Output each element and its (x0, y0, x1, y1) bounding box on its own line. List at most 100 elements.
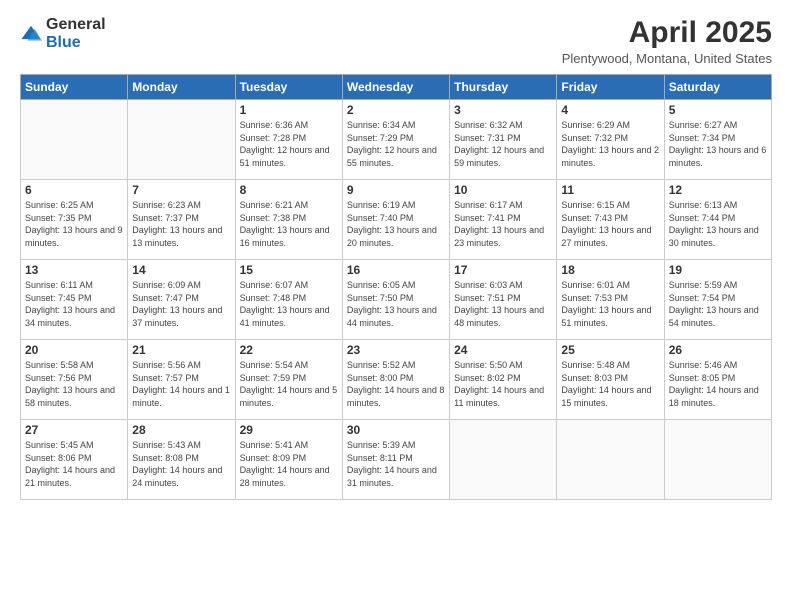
calendar-cell: 19 Sunrise: 5:59 AMSunset: 7:54 PMDayligh… (664, 260, 771, 340)
header-friday: Friday (557, 75, 664, 100)
calendar-cell: 18 Sunrise: 6:01 AMSunset: 7:53 PMDayligh… (557, 260, 664, 340)
day-info: Sunrise: 5:43 AMSunset: 8:08 PMDaylight:… (132, 439, 230, 489)
day-number: 18 (561, 263, 659, 277)
day-info: Sunrise: 6:19 AMSunset: 7:40 PMDaylight:… (347, 199, 445, 249)
day-info: Sunrise: 5:54 AMSunset: 7:59 PMDaylight:… (240, 359, 338, 409)
calendar-cell: 15Sunrise: 6:07 AMSunset: 7:48 PMDayligh… (235, 260, 342, 340)
header-saturday: Saturday (664, 75, 771, 100)
calendar-cell: 24Sunrise: 5:50 AMSunset: 8:02 PMDayligh… (450, 340, 557, 420)
logo: General Blue (20, 16, 106, 52)
day-info: Sunrise: 6:07 AMSunset: 7:48 PMDaylight:… (240, 279, 338, 329)
header-sunday: Sunday (21, 75, 128, 100)
day-info: Sunrise: 6:25 AMSunset: 7:35 PMDaylight:… (25, 199, 123, 249)
day-info: Sunrise: 5:41 AMSunset: 8:09 PMDaylight:… (240, 439, 338, 489)
day-info: Sunrise: 5:46 AMSunset: 8:05 PMDaylight:… (669, 359, 767, 409)
day-info: Sunrise: 6:01 AMSunset: 7:53 PMDaylight:… (561, 279, 659, 329)
calendar-week-2: 6 Sunrise: 6:25 AMSunset: 7:35 PMDaylight… (21, 180, 772, 260)
calendar-week-4: 20Sunrise: 5:58 AMSunset: 7:56 PMDayligh… (21, 340, 772, 420)
day-number: 3 (454, 103, 552, 117)
day-number: 16 (347, 263, 445, 277)
day-number: 14 (132, 263, 230, 277)
calendar-cell: 14 Sunrise: 6:09 AMSunset: 7:47 PMDayligh… (128, 260, 235, 340)
day-number: 24 (454, 343, 552, 357)
header-monday: Monday (128, 75, 235, 100)
day-info: Sunrise: 6:32 AMSunset: 7:31 PMDaylight:… (454, 119, 552, 169)
day-info: Sunrise: 6:21 AMSunset: 7:38 PMDaylight:… (240, 199, 338, 249)
calendar-week-1: 1 Sunrise: 6:36 AMSunset: 7:28 PMDaylight… (21, 100, 772, 180)
calendar-cell: 30 Sunrise: 5:39 AMSunset: 8:11 PMDayligh… (342, 420, 449, 500)
day-number: 29 (240, 423, 338, 437)
calendar-week-5: 27Sunrise: 5:45 AMSunset: 8:06 PMDayligh… (21, 420, 772, 500)
calendar-cell (128, 100, 235, 180)
day-number: 26 (669, 343, 767, 357)
day-number: 21 (132, 343, 230, 357)
day-number: 1 (240, 103, 338, 117)
day-info: Sunrise: 6:11 AMSunset: 7:45 PMDaylight:… (25, 279, 123, 329)
logo-text: General Blue (46, 16, 106, 52)
calendar-cell: 5 Sunrise: 6:27 AMSunset: 7:34 PMDaylight… (664, 100, 771, 180)
calendar-cell: 20Sunrise: 5:58 AMSunset: 7:56 PMDayligh… (21, 340, 128, 420)
calendar-cell: 17Sunrise: 6:03 AMSunset: 7:51 PMDayligh… (450, 260, 557, 340)
day-info: Sunrise: 6:17 AMSunset: 7:41 PMDaylight:… (454, 199, 552, 249)
calendar-cell: 8Sunrise: 6:21 AMSunset: 7:38 PMDaylight… (235, 180, 342, 260)
title-block: April 2025 Plentywood, Montana, United S… (562, 16, 772, 66)
calendar-cell: 1 Sunrise: 6:36 AMSunset: 7:28 PMDaylight… (235, 100, 342, 180)
day-info: Sunrise: 6:36 AMSunset: 7:28 PMDaylight:… (240, 119, 338, 169)
calendar-cell (557, 420, 664, 500)
day-number: 12 (669, 183, 767, 197)
calendar-cell: 9 Sunrise: 6:19 AMSunset: 7:40 PMDaylight… (342, 180, 449, 260)
day-number: 4 (561, 103, 659, 117)
calendar-cell (450, 420, 557, 500)
calendar-cell: 28 Sunrise: 5:43 AMSunset: 8:08 PMDayligh… (128, 420, 235, 500)
calendar-cell: 10 Sunrise: 6:17 AMSunset: 7:41 PMDayligh… (450, 180, 557, 260)
calendar-cell: 6 Sunrise: 6:25 AMSunset: 7:35 PMDaylight… (21, 180, 128, 260)
logo-general: General (46, 16, 106, 33)
day-number: 5 (669, 103, 767, 117)
day-number: 17 (454, 263, 552, 277)
calendar-cell: 25 Sunrise: 5:48 AMSunset: 8:03 PMDayligh… (557, 340, 664, 420)
calendar-title: April 2025 (562, 16, 772, 49)
calendar-cell (664, 420, 771, 500)
calendar-cell: 27Sunrise: 5:45 AMSunset: 8:06 PMDayligh… (21, 420, 128, 500)
day-info: Sunrise: 5:52 AMSunset: 8:00 PMDaylight:… (347, 359, 445, 409)
day-number: 10 (454, 183, 552, 197)
day-number: 23 (347, 343, 445, 357)
header-thursday: Thursday (450, 75, 557, 100)
day-info: Sunrise: 6:23 AMSunset: 7:37 PMDaylight:… (132, 199, 230, 249)
day-info: Sunrise: 6:15 AMSunset: 7:43 PMDaylight:… (561, 199, 659, 249)
calendar-cell: 29 Sunrise: 5:41 AMSunset: 8:09 PMDayligh… (235, 420, 342, 500)
day-info: Sunrise: 5:58 AMSunset: 7:56 PMDaylight:… (25, 359, 123, 409)
day-info: Sunrise: 6:05 AMSunset: 7:50 PMDaylight:… (347, 279, 445, 329)
day-info: Sunrise: 6:34 AMSunset: 7:29 PMDaylight:… (347, 119, 445, 169)
day-number: 7 (132, 183, 230, 197)
calendar-cell: 7 Sunrise: 6:23 AMSunset: 7:37 PMDaylight… (128, 180, 235, 260)
header-tuesday: Tuesday (235, 75, 342, 100)
day-info: Sunrise: 5:39 AMSunset: 8:11 PMDaylight:… (347, 439, 445, 489)
calendar-subtitle: Plentywood, Montana, United States (562, 51, 772, 66)
day-number: 22 (240, 343, 338, 357)
day-info: Sunrise: 6:09 AMSunset: 7:47 PMDaylight:… (132, 279, 230, 329)
header-wednesday: Wednesday (342, 75, 449, 100)
day-number: 19 (669, 263, 767, 277)
calendar-cell: 21Sunrise: 5:56 AMSunset: 7:57 PMDayligh… (128, 340, 235, 420)
calendar-cell: 26 Sunrise: 5:46 AMSunset: 8:05 PMDayligh… (664, 340, 771, 420)
day-number: 25 (561, 343, 659, 357)
header: General Blue April 2025 Plentywood, Mont… (20, 16, 772, 66)
calendar-cell: 23 Sunrise: 5:52 AMSunset: 8:00 PMDayligh… (342, 340, 449, 420)
day-number: 9 (347, 183, 445, 197)
day-number: 27 (25, 423, 123, 437)
day-info: Sunrise: 5:59 AMSunset: 7:54 PMDaylight:… (669, 279, 767, 329)
calendar-cell: 22 Sunrise: 5:54 AMSunset: 7:59 PMDayligh… (235, 340, 342, 420)
day-info: Sunrise: 5:48 AMSunset: 8:03 PMDaylight:… (561, 359, 659, 409)
calendar-cell: 4 Sunrise: 6:29 AMSunset: 7:32 PMDaylight… (557, 100, 664, 180)
day-info: Sunrise: 6:27 AMSunset: 7:34 PMDaylight:… (669, 119, 767, 169)
day-number: 6 (25, 183, 123, 197)
day-info: Sunrise: 6:29 AMSunset: 7:32 PMDaylight:… (561, 119, 659, 169)
day-number: 28 (132, 423, 230, 437)
calendar-table: Sunday Monday Tuesday Wednesday Thursday… (20, 74, 772, 500)
logo-icon (20, 23, 42, 45)
day-info: Sunrise: 6:13 AMSunset: 7:44 PMDaylight:… (669, 199, 767, 249)
calendar-cell: 13Sunrise: 6:11 AMSunset: 7:45 PMDayligh… (21, 260, 128, 340)
day-number: 30 (347, 423, 445, 437)
calendar-header-row: Sunday Monday Tuesday Wednesday Thursday… (21, 75, 772, 100)
